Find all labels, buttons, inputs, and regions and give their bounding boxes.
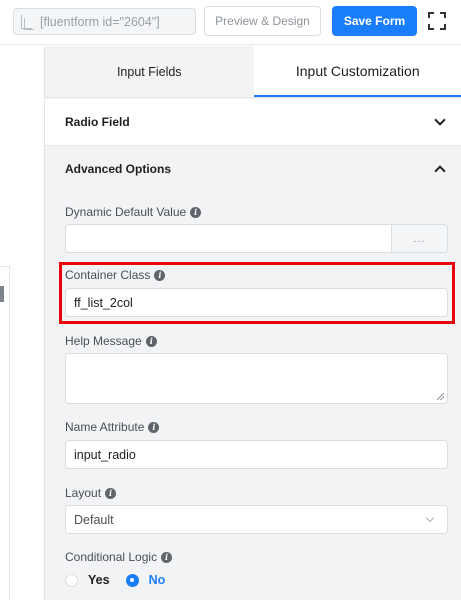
help-message-label: Help Message i [65, 334, 157, 348]
info-icon[interactable]: i [161, 551, 173, 563]
radio-circle-checked[interactable] [125, 573, 139, 587]
tab-input-fields[interactable]: Input Fields [45, 46, 254, 97]
editor-canvas-edge [0, 46, 44, 600]
tab-input-customization[interactable]: Input Customization [253, 46, 461, 97]
top-toolbar: [fluentform id="2604"] Preview & Design … [0, 0, 461, 45]
help-message-textarea[interactable] [65, 353, 448, 404]
shortcode-text: [fluentform id="2604"] [40, 14, 160, 29]
radio-no[interactable]: No [125, 573, 165, 587]
drag-handle-icon[interactable] [0, 286, 4, 302]
info-icon[interactable]: i [148, 421, 160, 433]
info-icon[interactable]: i [190, 206, 202, 218]
settings-panel: Input Fields Input Customization Radio F… [44, 46, 461, 600]
panel-tabs: Input Fields Input Customization [45, 46, 461, 98]
more-options-button[interactable]: ... [391, 225, 447, 252]
container-class-input[interactable]: ff_list_2col [65, 288, 448, 317]
preview-design-button[interactable]: Preview & Design [204, 6, 321, 36]
radio-circle[interactable] [65, 573, 78, 587]
form-field-stub [0, 266, 10, 600]
shortcode-box[interactable]: [fluentform id="2604"] [13, 8, 196, 35]
conditional-logic-label: Conditional Logic i [65, 550, 173, 564]
info-icon[interactable]: i [154, 269, 166, 281]
section-radio-field[interactable]: Radio Field [45, 99, 461, 146]
name-attribute-label: Name Attribute i [65, 420, 160, 434]
chevron-up-icon[interactable] [434, 165, 446, 177]
chevron-down-icon [425, 513, 435, 523]
info-icon[interactable]: i [145, 335, 157, 347]
chevron-down-icon[interactable] [434, 114, 446, 126]
resize-handle-icon[interactable] [437, 393, 444, 400]
save-form-button[interactable]: Save Form [332, 6, 417, 36]
dynamic-default-input[interactable]: ... [65, 224, 448, 253]
section-title: Radio Field [65, 115, 130, 129]
radio-yes[interactable]: Yes [65, 573, 110, 587]
dynamic-default-label: Dynamic Default Value i [65, 205, 202, 219]
section-title: Advanced Options [65, 162, 172, 176]
layout-select[interactable]: Default [65, 505, 448, 534]
name-attribute-input[interactable]: input_radio [65, 440, 448, 469]
fullscreen-icon[interactable] [427, 11, 447, 31]
layout-label: Layout i [65, 486, 117, 500]
section-advanced-options[interactable]: Advanced Options [45, 146, 461, 192]
container-class-label: Container Class i [65, 268, 166, 282]
copy-icon[interactable] [18, 14, 34, 30]
info-icon[interactable]: i [105, 487, 117, 499]
conditional-logic-radios: Yes No [65, 573, 165, 587]
